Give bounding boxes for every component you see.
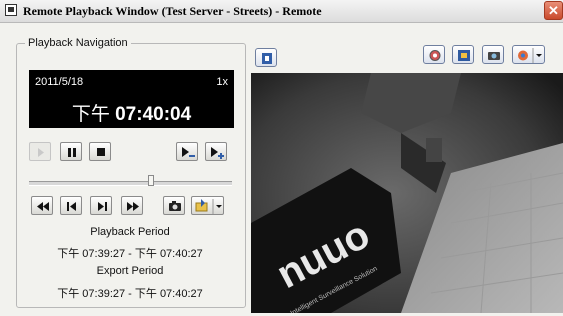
playback-period-value: 下午 07:39:27 - 下午 07:40:27 <box>57 248 203 260</box>
fast-forward-icon <box>127 202 139 211</box>
video-tool-button-3[interactable] <box>482 45 504 64</box>
display-time-prefix: 下午 <box>71 104 110 125</box>
camera-feed-image: nuuo The Intelligent Surveillance Soluti… <box>251 73 563 313</box>
camera-icon <box>169 201 181 211</box>
pause-icon <box>68 148 76 157</box>
export-period-label: Export Period <box>96 265 164 277</box>
playback-period-label: Playback Period <box>90 226 170 238</box>
video-tool-button-1[interactable] <box>423 45 445 64</box>
slider-thumb[interactable] <box>147 175 154 186</box>
playback-slider[interactable] <box>29 181 232 186</box>
display-speed: 1x <box>216 76 228 88</box>
window-title: Remote Playback Window (Test Server - St… <box>23 4 322 18</box>
settings-icon <box>458 50 470 61</box>
display-time-value: 07:40:04 <box>115 104 192 125</box>
window-icon <box>5 4 17 16</box>
video-view[interactable]: nuuo The Intelligent Surveillance Soluti… <box>251 73 563 313</box>
fullscreen-icon <box>262 53 272 64</box>
play-button[interactable] <box>29 142 51 161</box>
slow-down-icon <box>182 147 195 157</box>
export-period-value: 下午 07:39:27 - 下午 07:40:27 <box>57 288 203 300</box>
slow-down-button[interactable] <box>176 142 198 161</box>
speed-up-button[interactable] <box>205 142 227 161</box>
step-back-button[interactable] <box>60 196 82 215</box>
title-bar: Remote Playback Window (Test Server - St… <box>0 0 563 23</box>
previous-event-button[interactable] <box>31 196 53 215</box>
pause-button[interactable] <box>60 142 82 161</box>
close-button[interactable]: ✕ <box>544 1 563 20</box>
stop-icon <box>97 148 105 156</box>
video-tool-button-2[interactable] <box>452 45 474 64</box>
step-forward-icon <box>98 202 107 211</box>
export-icon <box>195 199 222 214</box>
speed-up-icon <box>211 147 224 159</box>
camera-settings-icon <box>488 52 500 60</box>
time-display: 2011/5/18 1x 下午 07:40:04 <box>29 70 234 128</box>
next-event-button[interactable] <box>121 196 143 215</box>
step-back-icon <box>67 202 76 211</box>
display-time: 下午 07:40:04 <box>29 99 234 126</box>
snapshot-button[interactable] <box>163 196 185 215</box>
video-tool-dropdown[interactable] <box>512 45 545 64</box>
playback-navigation-label: Playback Navigation <box>25 37 131 49</box>
display-date: 2011/5/18 <box>35 76 84 88</box>
play-icon <box>38 148 44 157</box>
snap-icon <box>429 50 441 61</box>
stop-button[interactable] <box>89 142 111 161</box>
palette-icon <box>518 48 542 63</box>
export-button[interactable] <box>191 196 224 215</box>
fullscreen-button[interactable] <box>255 48 277 67</box>
step-forward-button[interactable] <box>90 196 112 215</box>
rewind-icon <box>37 202 49 211</box>
